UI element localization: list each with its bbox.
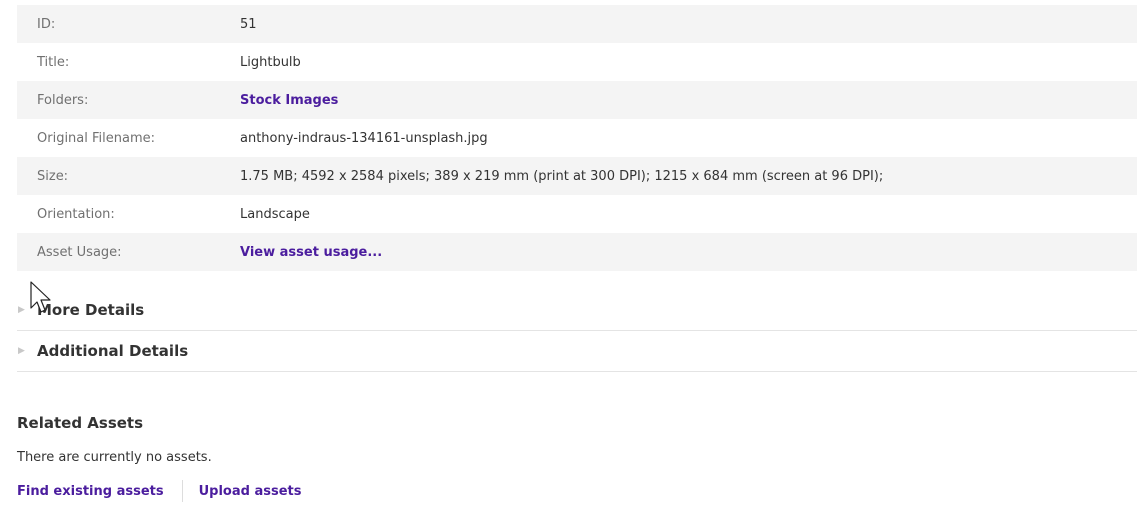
detail-row-filename: Original Filename: anthony-indraus-13416…	[17, 119, 1137, 157]
detail-label: Size:	[37, 168, 69, 184]
detail-row-id: ID: 51	[17, 5, 1137, 43]
more-details-title: More Details	[37, 301, 145, 319]
upload-assets-link[interactable]: Upload assets	[199, 484, 302, 499]
view-asset-usage-link[interactable]: View asset usage...	[240, 245, 382, 260]
detail-row-title: Title: Lightbulb	[17, 43, 1137, 81]
detail-label: Asset Usage:	[37, 244, 122, 260]
detail-value-filename: anthony-indraus-134161-unsplash.jpg	[240, 130, 488, 146]
detail-row-orientation: Orientation: Landscape	[17, 195, 1137, 233]
asset-details-page: ID: 51 Title: Lightbulb Folders: Stock I…	[0, 0, 1142, 515]
actions-divider	[181, 480, 183, 502]
additional-details-title: Additional Details	[37, 342, 189, 360]
triangle-right-icon: ▶	[18, 345, 25, 356]
detail-label: ID:	[37, 16, 56, 32]
detail-row-asset-usage: Asset Usage: View asset usage...	[17, 233, 1137, 271]
related-assets-empty-message: There are currently no assets.	[17, 450, 212, 465]
detail-value-asset-usage: View asset usage...	[240, 233, 1137, 271]
detail-value-size: 1.75 MB; 4592 x 2584 pixels; 389 x 219 m…	[240, 168, 884, 184]
related-assets-actions: Find existing assets Upload assets	[17, 480, 301, 502]
additional-details-toggle[interactable]: ▶ Additional Details	[17, 331, 1137, 372]
detail-label: Folders:	[37, 92, 89, 108]
detail-label: Orientation:	[37, 206, 115, 222]
detail-value-folders: Stock Images	[240, 81, 1137, 119]
detail-row-folders: Folders: Stock Images	[17, 81, 1137, 119]
asset-details-table: ID: 51 Title: Lightbulb Folders: Stock I…	[17, 5, 1137, 271]
detail-value-id: 51	[240, 16, 257, 32]
folder-link[interactable]: Stock Images	[240, 93, 338, 108]
detail-label: Title:	[37, 54, 70, 70]
detail-label: Original Filename:	[37, 130, 156, 146]
triangle-right-icon: ▶	[18, 304, 25, 315]
related-assets-heading: Related Assets	[17, 414, 144, 432]
more-details-toggle[interactable]: ▶ More Details	[17, 290, 1137, 331]
find-existing-assets-link[interactable]: Find existing assets	[17, 484, 164, 499]
detail-row-size: Size: 1.75 MB; 4592 x 2584 pixels; 389 x…	[17, 157, 1137, 195]
detail-value-orientation: Landscape	[240, 206, 310, 222]
detail-value-title: Lightbulb	[240, 54, 301, 70]
